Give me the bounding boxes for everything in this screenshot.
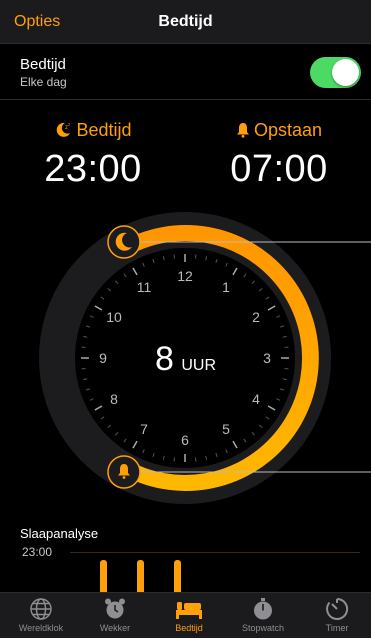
bed-icon bbox=[176, 602, 202, 619]
time-summary: z z Bedtijd 23:00 Opstaan 07:00 bbox=[0, 118, 371, 191]
bedtime-toggle-switch[interactable] bbox=[310, 57, 361, 88]
stopwatch-icon bbox=[254, 598, 272, 620]
sleep-duration: 8 UUR bbox=[0, 340, 371, 379]
duration-value: 8 bbox=[154, 340, 174, 378]
hour-label: 7 bbox=[140, 421, 148, 437]
bedtime-dial: 12 1 2 3 4 5 6 7 8 9 10 11 8 UUR bbox=[0, 205, 371, 520]
bell-icon bbox=[236, 122, 250, 138]
wake-summary: Opstaan 07:00 bbox=[186, 118, 371, 191]
bedtime-summary: z z Bedtijd 23:00 bbox=[0, 118, 186, 191]
hour-label: 12 bbox=[177, 268, 193, 284]
hour-label: 8 bbox=[110, 391, 118, 407]
analysis-gridline bbox=[70, 552, 360, 553]
schedule-subtitle: Elke dag bbox=[20, 75, 67, 89]
moon-icon: z z bbox=[54, 121, 72, 139]
hour-label: 5 bbox=[222, 421, 230, 437]
bedtime-label: Bedtijd bbox=[76, 119, 132, 140]
tab-label: Bedtijd bbox=[175, 623, 203, 633]
timer-icon bbox=[326, 597, 349, 620]
switch-knob bbox=[332, 59, 359, 86]
analysis-time-label: 23:00 bbox=[22, 545, 53, 559]
hour-label: 10 bbox=[106, 309, 122, 325]
bedtime-schedule-row: Bedtijd Elke dag bbox=[0, 48, 371, 100]
duration-unit: UUR bbox=[181, 357, 217, 374]
tab-bedtijd[interactable]: Bedtijd bbox=[152, 597, 226, 633]
page-title: Bedtijd bbox=[158, 13, 213, 30]
hour-label: 1 bbox=[222, 279, 230, 295]
wake-value: 07:00 bbox=[230, 148, 328, 190]
analysis-title: Slaapanalyse bbox=[20, 526, 99, 541]
navigation-bar: Opties Bedtijd bbox=[0, 0, 371, 44]
hour-label: 4 bbox=[252, 391, 260, 407]
wake-handle[interactable] bbox=[107, 455, 141, 489]
tab-label: Stopwatch bbox=[241, 623, 285, 633]
hour-label: 6 bbox=[181, 432, 189, 448]
svg-text:z: z bbox=[68, 122, 71, 127]
sleep-analysis[interactable]: Slaapanalyse 23:00 bbox=[0, 520, 371, 600]
tab-label: Wereldklok bbox=[18, 623, 64, 633]
hour-label: 2 bbox=[252, 309, 260, 325]
tab-timer[interactable]: Timer bbox=[300, 597, 371, 633]
bedtime-handle[interactable] bbox=[107, 225, 141, 259]
bedtime-value: 23:00 bbox=[44, 148, 142, 190]
tab-stopwatch[interactable]: Stopwatch bbox=[226, 597, 300, 633]
schedule-title: Bedtijd bbox=[20, 56, 66, 73]
globe-icon bbox=[30, 598, 52, 620]
tab-bar: Wereldklok Wekker Bedtijd Stopwatch Time… bbox=[0, 592, 371, 638]
alarm-clock-icon bbox=[105, 598, 125, 619]
tab-label: Timer bbox=[325, 623, 349, 633]
tab-wekker[interactable]: Wekker bbox=[78, 597, 152, 633]
hour-label: 11 bbox=[137, 279, 152, 295]
wake-label: Opstaan bbox=[253, 119, 323, 140]
tab-label: Wekker bbox=[99, 623, 131, 633]
tab-wereldklok[interactable]: Wereldklok bbox=[4, 597, 78, 633]
